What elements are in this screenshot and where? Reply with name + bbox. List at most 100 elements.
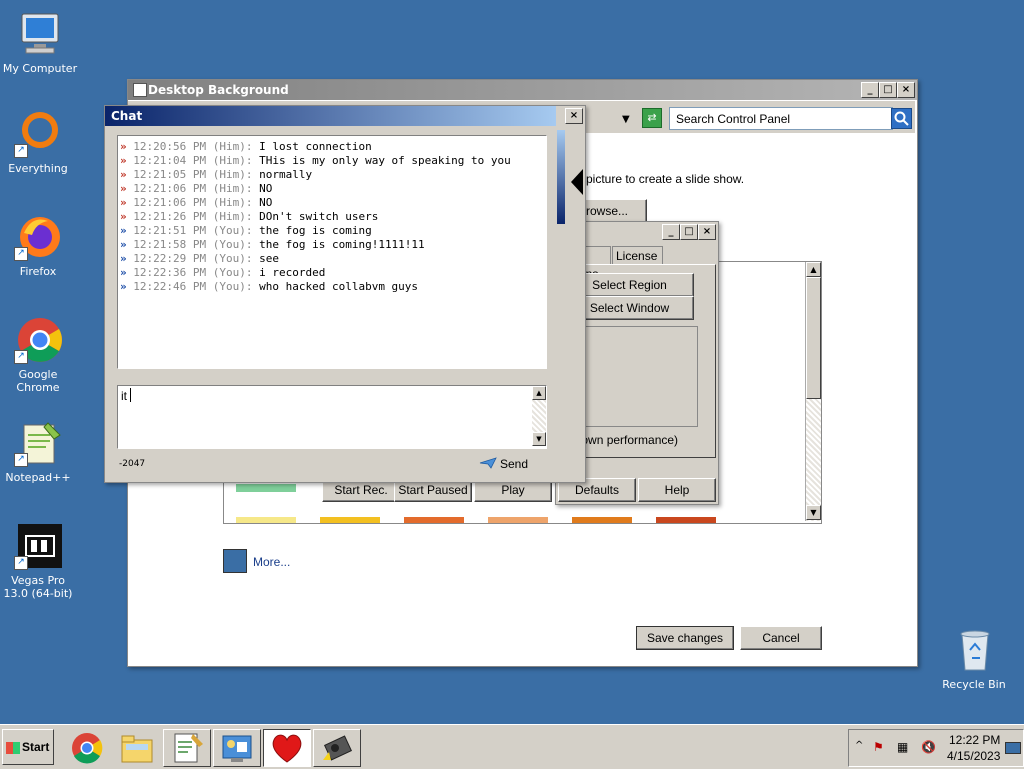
color-swatch[interactable] <box>236 517 296 523</box>
window-icon <box>133 83 147 97</box>
explorer-icon <box>121 735 153 763</box>
vegas-icon: ↗ <box>14 522 62 570</box>
send-button[interactable]: Send <box>479 455 529 473</box>
shortcut-arrow-icon: ↗ <box>14 247 28 261</box>
chevron-up-icon[interactable]: ^ <box>855 740 863 751</box>
windows-logo-icon <box>6 741 20 754</box>
network-icon[interactable]: ▦ <box>897 740 908 754</box>
chat-text: THis is my only way of speaking to you <box>259 154 511 167</box>
chat-marker-icon: » <box>120 224 127 237</box>
titlebar: Desktop Background _ □ × <box>128 80 917 100</box>
maximize-button[interactable]: □ <box>879 82 897 98</box>
desktop-icon-label: Google Chrome <box>16 368 60 394</box>
chat-marker-icon: » <box>120 266 127 279</box>
desktop-icon-everything[interactable]: ↗ Everything <box>0 110 78 175</box>
chat-sender: (Him): <box>212 168 253 181</box>
chat-text: who hacked collabvm guys <box>259 280 419 293</box>
help-button[interactable]: Help <box>638 478 716 502</box>
chat-sender: (Him): <box>212 196 253 209</box>
desktop-icon-label: Recycle Bin <box>942 678 1006 691</box>
more-link[interactable]: More... <box>253 555 290 569</box>
desktop-icon-my-computer[interactable]: My Computer <box>0 10 80 75</box>
computer-icon <box>16 10 64 58</box>
chat-input-scrollbar[interactable]: ▲ ▼ <box>532 386 546 446</box>
taskbar-recorder[interactable] <box>313 729 361 767</box>
send-label: Send <box>500 457 529 471</box>
color-swatch[interactable] <box>320 517 380 523</box>
notepadpp-icon: ↗ <box>14 419 62 467</box>
shortcut-arrow-icon: ↗ <box>14 144 28 158</box>
chat-close-button[interactable]: × <box>565 108 583 124</box>
show-desktop-icon[interactable] <box>1005 742 1021 754</box>
volume-muted-icon[interactable]: 🔇 <box>921 740 936 754</box>
chat-time: 12:21:06 PM <box>133 196 207 209</box>
send-icon <box>479 457 497 469</box>
refresh-icon[interactable]: ⇄ <box>642 108 662 128</box>
chat-text: i recorded <box>259 266 326 279</box>
search-input[interactable]: Search Control Panel <box>669 107 893 130</box>
color-swatch[interactable] <box>656 517 716 523</box>
chat-marker-icon: » <box>120 210 127 223</box>
color-swatch[interactable] <box>404 517 464 523</box>
search-placeholder: Search Control Panel <box>676 112 791 126</box>
chat-marker-icon: » <box>120 252 127 265</box>
chat-sender: (You): <box>212 252 253 265</box>
chat-input[interactable]: it ▲ ▼ <box>117 385 547 449</box>
search-icon[interactable] <box>891 108 912 129</box>
scrollbar-thumb[interactable] <box>806 277 821 399</box>
recorder-icon <box>323 735 353 761</box>
taskbar-control-panel[interactable] <box>213 729 261 767</box>
firefox-icon: ↗ <box>14 213 62 261</box>
scrollbar-vertical[interactable]: ▲ ▼ <box>805 262 821 521</box>
cancel-button[interactable]: Cancel <box>740 626 822 650</box>
chat-text: DOn't switch users <box>259 210 379 223</box>
desktop-icon-recycle-bin[interactable]: Recycle Bin <box>934 626 1014 691</box>
color-swatch[interactable] <box>572 517 632 523</box>
scroll-down-icon[interactable]: ▼ <box>532 432 546 446</box>
chat-titlebar: Chat <box>105 106 556 126</box>
heart-app-icon <box>272 734 302 763</box>
start-button[interactable]: Start <box>2 729 54 765</box>
close-button[interactable]: × <box>698 224 716 240</box>
collapse-arrow-icon[interactable] <box>569 167 585 197</box>
desktop-icon-label: Firefox <box>19 265 57 278</box>
taskbar-heart-app[interactable] <box>263 729 311 767</box>
minimize-button[interactable]: _ <box>662 224 680 240</box>
action-center-icon[interactable]: ⚑ <box>873 740 884 754</box>
chat-time: 12:21:04 PM <box>133 154 207 167</box>
recycle-bin-icon <box>950 626 998 674</box>
desktop-icon-firefox[interactable]: ↗ Firefox <box>0 213 78 278</box>
taskbar: Start ^ ⚑ ▦ 🔇 12:22 PM 4/15/2023 <box>0 724 1024 769</box>
more-color-swatch[interactable] <box>223 549 247 573</box>
desktop-icon-chrome[interactable]: ↗ Google Chrome <box>0 316 78 394</box>
chat-sender: (Him): <box>212 140 253 153</box>
tab-license[interactable]: License <box>612 246 663 265</box>
chat-text: NO <box>259 182 273 195</box>
address-dropdown-icon[interactable]: ▼ <box>622 114 630 125</box>
maximize-button[interactable]: □ <box>680 224 698 240</box>
scroll-down-icon[interactable]: ▼ <box>806 505 821 520</box>
taskbar-notepad[interactable] <box>163 729 211 767</box>
chat-message: » 12:21:26 PM (Him): DOn't switch users <box>120 210 544 224</box>
scroll-up-icon[interactable]: ▲ <box>532 386 546 400</box>
chat-marker-icon: » <box>120 280 127 293</box>
desktop-icon-label: Notepad++ <box>5 471 71 484</box>
minimize-button[interactable]: _ <box>861 82 879 98</box>
clock-time[interactable]: 12:22 PM <box>949 733 1000 747</box>
save-changes-button[interactable]: Save changes <box>636 626 734 650</box>
close-button[interactable]: × <box>897 82 915 98</box>
browse-button[interactable]: rowse... <box>583 199 647 223</box>
desktop-icon-notepadpp[interactable]: ↗ Notepad++ <box>0 419 78 484</box>
chat-time: 12:22:29 PM <box>133 252 207 265</box>
chat-log: » 12:20:56 PM (Him): I lost connection» … <box>117 135 547 369</box>
everything-icon: ↗ <box>14 110 62 158</box>
taskbar-chrome[interactable] <box>63 729 111 767</box>
scroll-up-icon[interactable]: ▲ <box>806 262 821 277</box>
color-swatch[interactable] <box>236 484 296 492</box>
clock-date[interactable]: 4/15/2023 <box>947 749 1000 763</box>
chat-sender: (Him): <box>212 182 253 195</box>
chat-text: I lost connection <box>259 140 372 153</box>
taskbar-explorer[interactable] <box>113 729 161 767</box>
color-swatch[interactable] <box>488 517 548 523</box>
desktop-icon-vegas[interactable]: ↗ Vegas Pro 13.0 (64-bit) <box>0 522 78 600</box>
